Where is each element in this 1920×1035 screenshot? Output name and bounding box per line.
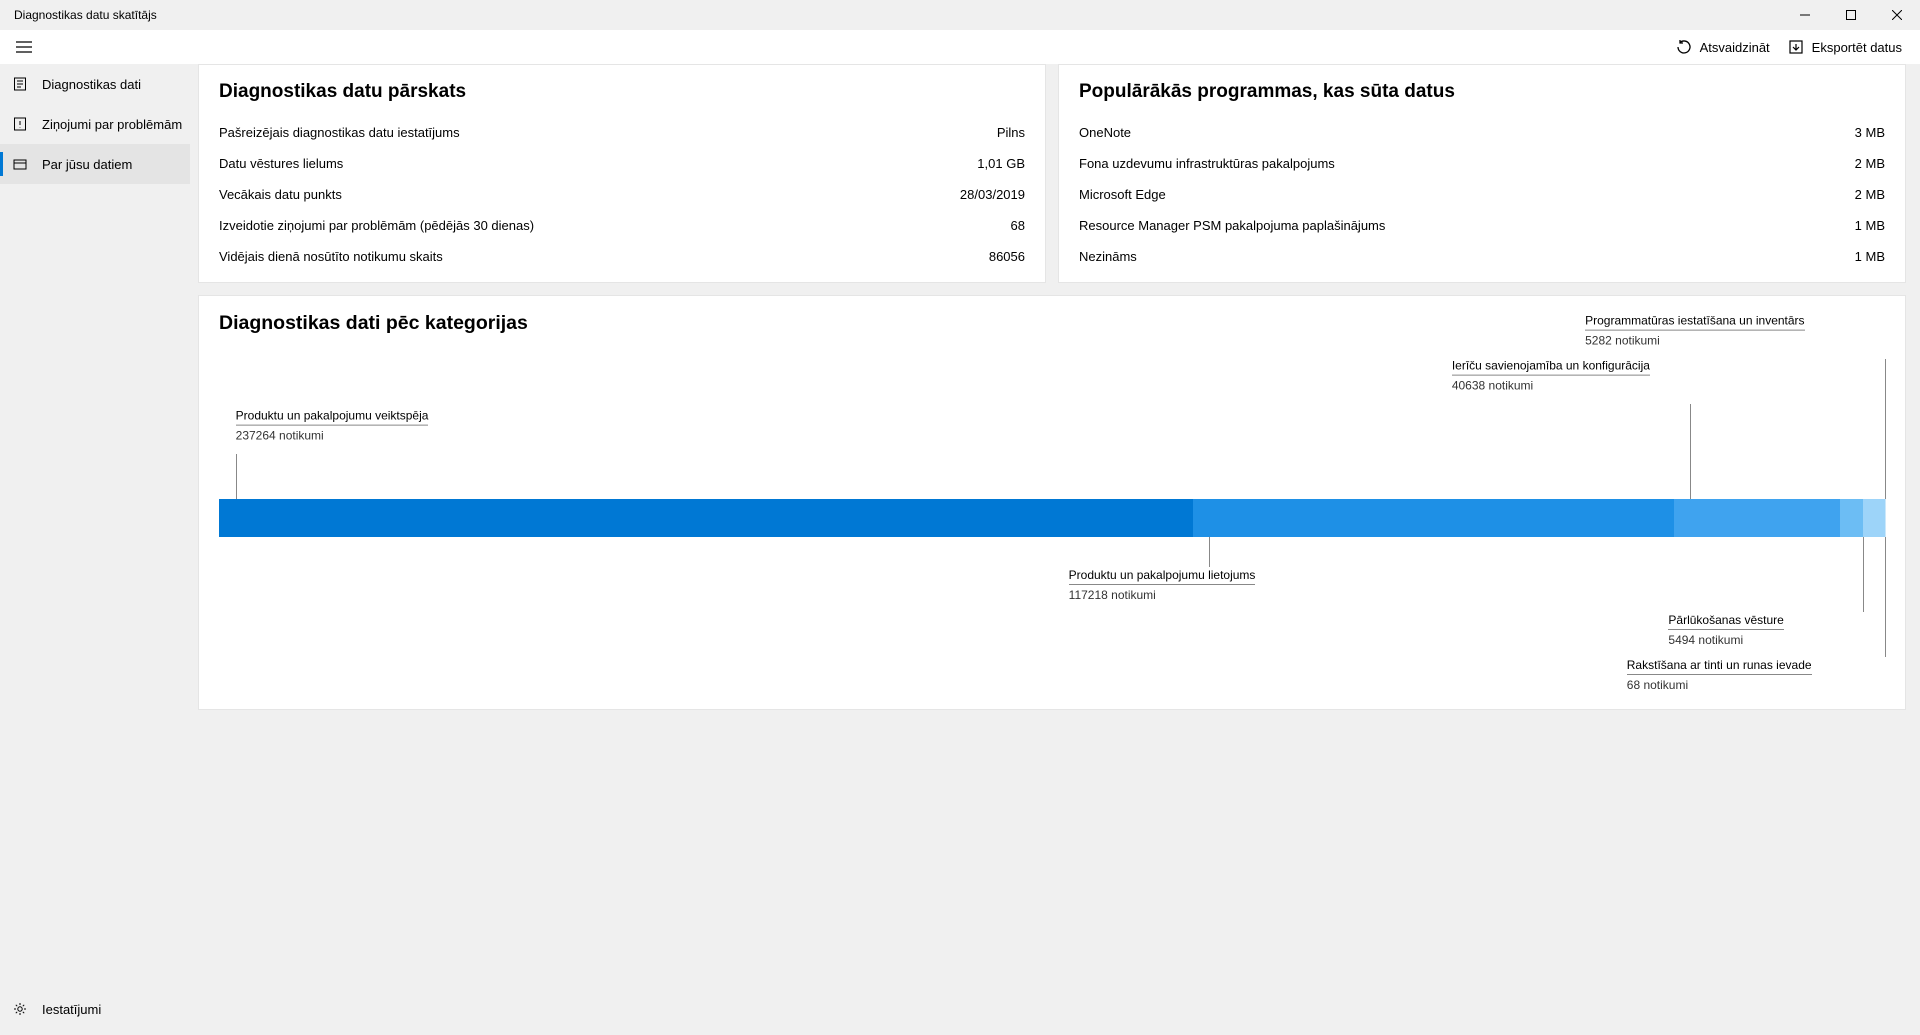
refresh-icon (1676, 39, 1692, 55)
overview-title: Diagnostikas datu pārskats (219, 81, 1025, 103)
chart-category-label: Pārlūkošanas vēsture 5494 notikumi (1668, 612, 1783, 648)
overview-row: Pašreizējais diagnostikas datu iestatīju… (219, 117, 1025, 148)
export-label: Eksportēt datus (1812, 40, 1902, 55)
content-area: Diagnostikas datu pārskats Pašreizējais … (190, 64, 1920, 1035)
info-icon (12, 156, 28, 172)
topapps-row: Nezināms 1 MB (1079, 241, 1885, 272)
bar-segment (1863, 499, 1885, 537)
chart-category-label: Programmatūras iestatīšana un inventārs 5… (1585, 313, 1804, 349)
chart-leader-line (1885, 359, 1886, 499)
sidebar-item-label: Iestatījumi (42, 1002, 101, 1017)
topbar: Atsvaidzināt Eksportēt datus (0, 30, 1920, 64)
chart-category-count: 237264 notikumi (236, 428, 429, 444)
export-button[interactable]: Eksportēt datus (1788, 39, 1902, 55)
chart-category-name: Rakstīšana ar tinti un runas ievade (1627, 657, 1812, 675)
chart-category-count: 117218 notikumi (1069, 587, 1256, 603)
categories-chart: Produktu un pakalpojumu veiktspēja 237264… (219, 349, 1885, 689)
topapps-row: Fona uzdevumu infrastruktūras pakalpojum… (1079, 148, 1885, 179)
topapps-row-label: Resource Manager PSM pakalpojuma paplaši… (1079, 218, 1385, 233)
topapps-row-value: 2 MB (1855, 156, 1885, 171)
chart-category-count: 68 notikumi (1627, 677, 1812, 693)
topapps-row-value: 2 MB (1855, 187, 1885, 202)
chart-category-count: 5494 notikumi (1668, 632, 1783, 648)
hamburger-icon (16, 41, 32, 53)
chart-category-name: Produktu un pakalpojumu lietojums (1069, 567, 1256, 585)
chart-category-name: Pārlūkošanas vēsture (1668, 612, 1783, 630)
sidebar-item-label: Ziņojumi par problēmām (42, 117, 182, 132)
refresh-label: Atsvaidzināt (1700, 40, 1770, 55)
report-icon (12, 116, 28, 132)
sidebar-item-problem-reports[interactable]: Ziņojumi par problēmām (0, 104, 190, 144)
gear-icon (12, 1001, 28, 1017)
overview-row-label: Pašreizējais diagnostikas datu iestatīju… (219, 125, 460, 140)
categories-card: Diagnostikas dati pēc kategorijas Produk… (198, 295, 1906, 710)
hamburger-button[interactable] (0, 30, 48, 64)
export-icon (1788, 39, 1804, 55)
topapps-row-label: Nezināms (1079, 249, 1137, 264)
chart-category-count: 40638 notikumi (1452, 378, 1650, 394)
overview-row-value: Pilns (997, 125, 1025, 140)
close-button[interactable] (1874, 0, 1920, 30)
sidebar-item-settings[interactable]: Iestatījumi (0, 989, 190, 1029)
overview-row: Vidējais dienā nosūtīto notikumu skaits 8… (219, 241, 1025, 272)
overview-row-value: 28/03/2019 (960, 187, 1025, 202)
stacked-bar (219, 499, 1885, 537)
chart-leader-line (1209, 537, 1210, 567)
topapps-row-label: Fona uzdevumu infrastruktūras pakalpojum… (1079, 156, 1335, 171)
topapps-row: Resource Manager PSM pakalpojuma paplaši… (1079, 210, 1885, 241)
titlebar: Diagnostikas datu skatītājs (0, 0, 1920, 30)
chart-leader-line (1690, 404, 1691, 499)
document-icon (12, 76, 28, 92)
window-title: Diagnostikas datu skatītājs (14, 8, 157, 22)
sidebar-item-diagnostic-data[interactable]: Diagnostikas dati (0, 64, 190, 104)
topapps-row-value: 3 MB (1855, 125, 1885, 140)
chart-category-label: Produktu un pakalpojumu lietojums 117218 … (1069, 567, 1256, 603)
sidebar-item-about-data[interactable]: Par jūsu datiem (0, 144, 190, 184)
topapps-title: Populārākās programmas, kas sūta datus (1079, 81, 1885, 103)
bar-segment (1840, 499, 1863, 537)
topapps-row-value: 1 MB (1855, 249, 1885, 264)
maximize-button[interactable] (1828, 0, 1874, 30)
chart-category-label: Produktu un pakalpojumu veiktspēja 237264… (236, 408, 429, 444)
overview-row: Izveidotie ziņojumi par problēmām (pēdēj… (219, 210, 1025, 241)
overview-row-label: Izveidotie ziņojumi par problēmām (pēdēj… (219, 218, 534, 233)
sidebar-item-label: Diagnostikas dati (42, 77, 141, 92)
chart-category-label: Ierīču savienojamība un konfigurācija 406… (1452, 358, 1650, 394)
bar-segment (219, 499, 1193, 537)
topapps-row: OneNote 3 MB (1079, 117, 1885, 148)
overview-row: Vecākais datu punkts 28/03/2019 (219, 179, 1025, 210)
overview-row-label: Vecākais datu punkts (219, 187, 342, 202)
minimize-button[interactable] (1782, 0, 1828, 30)
overview-row: Datu vēstures lielums 1,01 GB (219, 148, 1025, 179)
refresh-button[interactable]: Atsvaidzināt (1676, 39, 1770, 55)
overview-row-value: 68 (1011, 218, 1025, 233)
chart-category-count: 5282 notikumi (1585, 333, 1804, 349)
chart-category-label: Rakstīšana ar tinti un runas ievade 68 no… (1627, 657, 1812, 693)
overview-card: Diagnostikas datu pārskats Pašreizējais … (198, 64, 1046, 283)
overview-row-label: Datu vēstures lielums (219, 156, 343, 171)
chart-leader-line (236, 454, 237, 499)
overview-row-label: Vidējais dienā nosūtīto notikumu skaits (219, 249, 443, 264)
sidebar-item-label: Par jūsu datiem (42, 157, 132, 172)
chart-leader-line (1863, 537, 1864, 612)
overview-row-value: 1,01 GB (977, 156, 1025, 171)
topapps-row-label: Microsoft Edge (1079, 187, 1166, 202)
topapps-row: Microsoft Edge 2 MB (1079, 179, 1885, 210)
chart-category-name: Produktu un pakalpojumu veiktspēja (236, 408, 429, 426)
window-controls (1782, 0, 1920, 30)
sidebar: Diagnostikas dati Ziņojumi par problēmām… (0, 64, 190, 1035)
chart-category-name: Programmatūras iestatīšana un inventārs (1585, 313, 1804, 331)
bar-segment (1193, 499, 1674, 537)
topapps-card: Populārākās programmas, kas sūta datus O… (1058, 64, 1906, 283)
bar-segment (1674, 499, 1841, 537)
overview-row-value: 86056 (989, 249, 1025, 264)
chart-leader-line (1885, 537, 1886, 657)
topapps-row-value: 1 MB (1855, 218, 1885, 233)
chart-category-name: Ierīču savienojamība un konfigurācija (1452, 358, 1650, 376)
topapps-row-label: OneNote (1079, 125, 1131, 140)
